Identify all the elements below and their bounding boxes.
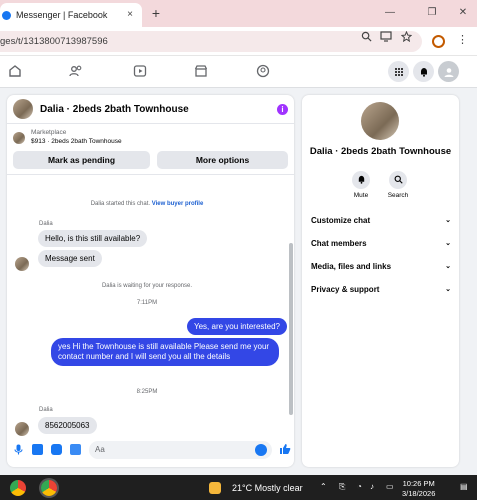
sender-name: Dalia [39,407,53,413]
section-label: Privacy & support [311,285,380,294]
search-button[interactable]: Search [383,171,413,199]
media-files-links-section[interactable]: Media, files and links ⌄ [311,262,451,271]
listing-title[interactable]: $913 · 2beds 2bath Townhouse [31,138,122,145]
battery-icon[interactable]: ▭ [386,482,394,491]
outgoing-message[interactable]: Yes, are you interested? [187,318,287,335]
mute-button[interactable]: Mute [346,171,376,199]
customize-chat-section[interactable]: Customize chat ⌄ [311,216,451,225]
temperature: 21°C [232,483,253,493]
video-icon[interactable] [133,64,147,78]
weather-widget[interactable]: 21°C Mostly clear [232,483,303,493]
sticker-icon[interactable] [51,444,62,455]
marketplace-banner: Marketplace $913 · 2beds 2bath Townhouse… [7,124,294,175]
message-list: Dalia started this chat. View buyer prof… [7,177,294,436]
scrollbar-thumb[interactable] [289,243,293,415]
windows-taskbar: 21°C Mostly clear ⌃ ⎘ ◔ ♪ ▭ 10:26 PM 3/1… [0,475,477,500]
waiting-notice: Dalia is waiting for your response. [101,283,193,289]
more-options-button[interactable]: More options [157,151,288,169]
mark-as-pending-button[interactable]: Mark as pending [13,151,150,169]
view-buyer-profile-link[interactable]: View buyer profile [152,201,204,207]
account-avatar-icon[interactable] [438,61,459,82]
chat-started-notice: Dalia started this chat. View buyer prof… [7,201,287,207]
bookmark-star-icon[interactable] [400,30,413,44]
chevron-down-icon: ⌄ [445,286,451,293]
facebook-top-nav [0,56,477,88]
search-icon [389,171,407,189]
gif-icon[interactable] [70,444,81,455]
bell-icon [352,171,370,189]
volume-icon[interactable]: ♪ [370,482,374,491]
chat-started-text: Dalia started this chat. [90,201,151,207]
timestamp: 8:25PM [136,389,158,395]
conversation-info-panel: Dalia · 2beds 2bath Townhouse Mute Searc… [302,95,459,467]
message-input[interactable]: Aa [89,440,272,459]
section-label: Customize chat [311,216,371,225]
wifi-icon[interactable]: ◔ [357,482,362,491]
sender-avatar[interactable] [15,257,29,271]
notifications-bell-icon[interactable] [413,61,434,82]
minimize-button[interactable]: — [383,6,397,20]
notification-center-icon[interactable]: ▤ [460,482,468,491]
friends-icon[interactable] [69,64,83,78]
chevron-down-icon: ⌄ [445,217,451,224]
tab-close-icon[interactable]: × [124,9,136,21]
chat-header: Dalia · 2beds 2bath Townhouse i [7,95,294,124]
address-bar-row: ges/t/1313800713987596 ⋮ [0,27,477,56]
browser-tab-strip: Messenger | Facebook × + — ❐ ✕ [0,0,477,27]
restore-button[interactable]: ❐ [425,6,439,20]
new-tab-button[interactable]: + [148,5,164,21]
chat-scrollbar[interactable] [288,181,294,426]
sender-name: Dalia [39,221,53,227]
profile-avatar[interactable] [361,102,399,140]
incoming-message[interactable]: Hello, is this still available? [38,230,148,247]
home-icon[interactable] [8,64,22,78]
show-hidden-icons-icon[interactable]: ⌃ [320,482,327,491]
url-text[interactable]: ges/t/1313800713987596 [0,36,108,47]
weather-condition: Mostly clear [254,483,303,493]
marketplace-label: Marketplace [31,129,67,136]
listing-thumbnail[interactable] [13,132,25,144]
profile-name: Dalia · 2beds 2bath Townhouse [309,146,452,157]
chrome-icon[interactable] [10,480,26,496]
chat-title[interactable]: Dalia · 2beds 2bath Townhouse [40,104,277,115]
microphone-icon[interactable] [13,444,24,455]
chat-info-icon[interactable]: i [277,103,288,115]
cast-icon[interactable] [379,31,392,44]
message-input-placeholder: Aa [95,444,105,454]
incoming-message[interactable]: Message sent [38,250,102,267]
groups-icon[interactable] [256,64,270,78]
chat-members-section[interactable]: Chat members ⌄ [311,239,451,248]
emoji-icon[interactable] [255,443,267,456]
timestamp: 7:11PM [136,300,158,306]
chevron-down-icon: ⌄ [445,263,451,270]
message-composer: Aa [7,432,294,467]
chat-avatar[interactable] [13,99,33,119]
network-icon[interactable]: ⎘ [339,482,345,492]
photo-icon[interactable] [32,444,43,455]
outgoing-message[interactable]: yes Hi the Townhouse is still available … [51,338,279,366]
omnibox[interactable]: ges/t/1313800713987596 [0,31,422,52]
menu-grid-icon[interactable] [388,61,409,82]
chevron-down-icon: ⌄ [445,240,451,247]
mute-label: Mute [353,192,369,199]
section-label: Chat members [311,239,367,248]
section-label: Media, files and links [311,262,392,271]
browser-tab-messenger[interactable]: Messenger | Facebook × [0,3,142,27]
search-label: Search [387,192,409,199]
marketplace-icon[interactable] [194,64,208,78]
weather-icon[interactable] [209,482,221,494]
window-close-button[interactable]: ✕ [456,6,470,20]
browser-menu-icon[interactable]: ⋮ [457,33,468,46]
chat-panel: Dalia · 2beds 2bath Townhouse i Marketpl… [7,95,294,467]
chrome-active-icon[interactable] [41,480,57,496]
like-thumb-icon[interactable] [279,443,291,457]
privacy-support-section[interactable]: Privacy & support ⌄ [311,285,451,294]
clock-time: 10:26 PM [402,479,435,488]
browser-profile-icon[interactable] [432,35,445,48]
tab-title: Messenger | Facebook [16,10,108,20]
zoom-icon[interactable] [360,31,373,44]
system-clock[interactable]: 10:26 PM 3/18/2026 [402,479,435,499]
messenger-favicon-icon [2,10,11,20]
clock-date: 3/18/2026 [402,489,436,498]
